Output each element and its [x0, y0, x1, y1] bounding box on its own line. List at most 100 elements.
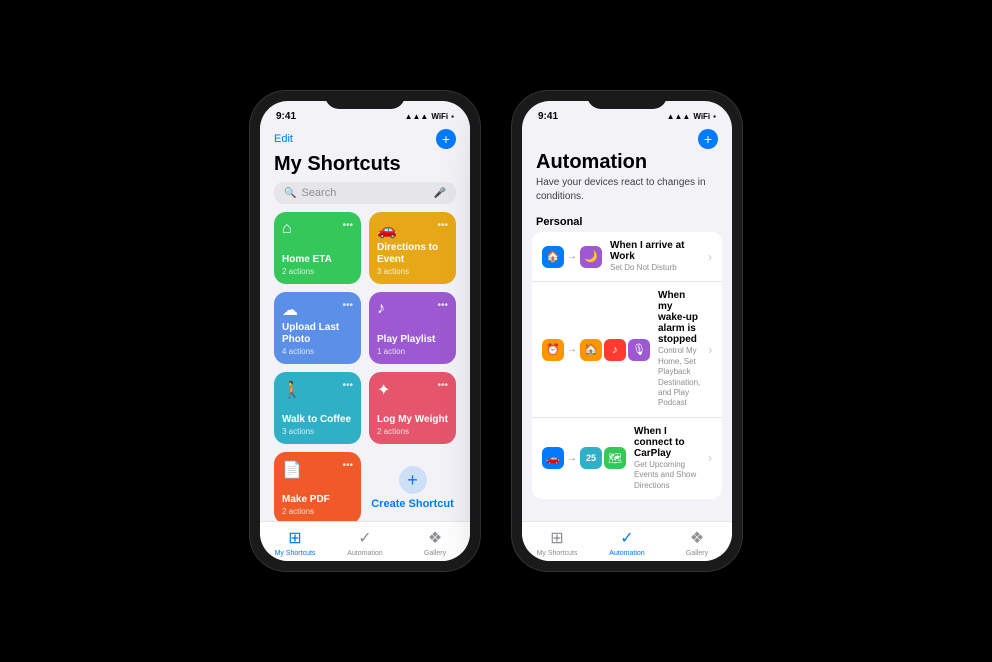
shortcut-card-directions[interactable]: 🚗 ••• Directions to Event 3 actions: [369, 212, 456, 284]
phone-2: 9:41 ▲▲▲ WiFi ▪ + Automation Have your d…: [512, 91, 742, 571]
work-moon-icon: 🌙: [580, 246, 602, 268]
carplay-title: When I connect to CarPlay: [634, 426, 700, 459]
carplay-car-icon: 🚗: [542, 447, 564, 469]
work-chevron: ›: [708, 250, 712, 264]
time-1: 9:41: [276, 111, 296, 122]
screen-2: 9:41 ▲▲▲ WiFi ▪ + Automation Have your d…: [522, 101, 732, 561]
gallery-tab-icon-1: ❖: [428, 528, 442, 548]
playlist-more[interactable]: •••: [437, 300, 448, 311]
home-eta-name: Home ETA: [282, 254, 353, 266]
automation-tab-icon-1: ✓: [358, 528, 371, 548]
status-icons-2: ▲▲▲ WiFi ▪: [667, 112, 716, 121]
upload-name: Upload Last Photo: [282, 322, 353, 346]
tab-gallery-1[interactable]: ❖ Gallery: [400, 528, 470, 557]
alarm-music-icon: ♪: [604, 339, 626, 361]
coffee-name: Walk to Coffee: [282, 414, 353, 426]
page-title-automation: Automation: [522, 151, 732, 176]
edit-button[interactable]: Edit: [274, 133, 293, 145]
wifi-icon-2: WiFi: [693, 112, 710, 121]
shortcut-card-home-eta[interactable]: ⌂ ••• Home ETA 2 actions: [274, 212, 361, 284]
weight-more[interactable]: •••: [437, 380, 448, 391]
automation-header-row: +: [522, 125, 732, 151]
shortcuts-grid: ⌂ ••• Home ETA 2 actions 🚗 •••: [260, 212, 470, 521]
automation-content: + Automation Have your devices react to …: [522, 125, 732, 521]
tab-my-shortcuts-2[interactable]: ⊞ My Shortcuts: [522, 528, 592, 557]
automation-subtitle: Have your devices react to changes in co…: [522, 176, 732, 212]
arrow-3: →: [567, 453, 577, 464]
directions-name: Directions to Event: [377, 242, 448, 266]
coffee-icon: 🚶: [282, 380, 302, 400]
status-icons-1: ▲▲▲ WiFi ▪: [405, 112, 454, 121]
personal-section-header: Personal: [522, 212, 732, 232]
arrow-1: →: [567, 251, 577, 262]
playlist-name: Play Playlist: [377, 334, 448, 346]
notch-1: [325, 91, 405, 109]
carplay-desc: Get Upcoming Events and Show Directions: [634, 460, 700, 491]
weight-name: Log My Weight: [377, 414, 448, 426]
notch-2: [587, 91, 667, 109]
alarm-chevron: ›: [708, 343, 712, 357]
add-automation-button[interactable]: +: [698, 129, 718, 149]
mic-icon: 🎤: [434, 188, 446, 199]
automation-list: 🏠 → 🌙 When I arrive at Work Set Do Not D…: [532, 232, 722, 499]
coffee-more[interactable]: •••: [342, 380, 353, 391]
carplay-chevron: ›: [708, 451, 712, 465]
tab-automation-1[interactable]: ✓ Automation: [330, 528, 400, 557]
gallery-tab-icon-2: ❖: [690, 528, 704, 548]
home-eta-icon: ⌂: [282, 220, 292, 238]
page-title-shortcuts: My Shortcuts: [260, 151, 470, 182]
work-desc: Set Do Not Disturb: [610, 263, 700, 273]
time-2: 9:41: [538, 111, 558, 122]
carplay-num-badge: 25: [580, 447, 602, 469]
automation-item-alarm[interactable]: ⏰ → 🏠 ♪ 🎙 When my wake-up alarm is stopp…: [532, 282, 722, 417]
pdf-actions: 2 actions: [282, 507, 353, 516]
shortcuts-content: Edit + My Shortcuts 🔍 Search 🎤 ⌂ •••: [260, 125, 470, 521]
shortcut-card-pdf[interactable]: 📄 ••• Make PDF 2 actions: [274, 452, 361, 521]
my-shortcuts-tab-icon: ⊞: [288, 528, 301, 548]
automation-tab-icon-2: ✓: [620, 528, 633, 548]
directions-more[interactable]: •••: [437, 220, 448, 231]
shortcut-card-coffee[interactable]: 🚶 ••• Walk to Coffee 3 actions: [274, 372, 361, 444]
coffee-actions: 3 actions: [282, 427, 353, 436]
home-eta-actions: 2 actions: [282, 267, 353, 276]
create-shortcut-card[interactable]: + Create Shortcut: [369, 452, 456, 521]
alarm-home-icon: 🏠: [580, 339, 602, 361]
alarm-podcast-icon: 🎙: [628, 339, 650, 361]
search-placeholder: Search: [301, 187, 428, 199]
pdf-more[interactable]: •••: [342, 460, 353, 471]
upload-icon: ☁: [282, 300, 298, 320]
add-shortcut-button[interactable]: +: [436, 129, 456, 149]
carplay-text: When I connect to CarPlay Get Upcoming E…: [634, 426, 700, 491]
my-shortcuts-tab-icon-2: ⊞: [550, 528, 563, 548]
automation-tab-label-2: Automation: [609, 550, 644, 557]
phone-1: 9:41 ▲▲▲ WiFi ▪ Edit + My Shortcuts 🔍 Se…: [250, 91, 480, 571]
upload-more[interactable]: •••: [342, 300, 353, 311]
my-shortcuts-tab-label: My Shortcuts: [275, 550, 316, 557]
alarm-title: When my wake-up alarm is stopped: [658, 290, 700, 345]
my-shortcuts-tab-label-2: My Shortcuts: [537, 550, 578, 557]
gallery-tab-label-2: Gallery: [686, 550, 708, 557]
automation-item-work[interactable]: 🏠 → 🌙 When I arrive at Work Set Do Not D…: [532, 232, 722, 282]
tab-gallery-2[interactable]: ❖ Gallery: [662, 528, 732, 557]
home-eta-more[interactable]: •••: [342, 220, 353, 231]
tab-bar-2: ⊞ My Shortcuts ✓ Automation ❖ Gallery: [522, 521, 732, 561]
gallery-tab-label-1: Gallery: [424, 550, 446, 557]
directions-icon: 🚗: [377, 220, 397, 240]
pdf-icon: 📄: [282, 460, 302, 480]
shortcut-card-playlist[interactable]: ♪ ••• Play Playlist 1 action: [369, 292, 456, 364]
weight-actions: 2 actions: [377, 427, 448, 436]
carplay-map-icon: 🗺: [604, 447, 626, 469]
search-bar[interactable]: 🔍 Search 🎤: [274, 182, 456, 204]
arrow-2: →: [567, 344, 577, 355]
carplay-icons: 🚗 → 25 🗺: [542, 447, 626, 469]
upload-actions: 4 actions: [282, 347, 353, 356]
shortcut-card-upload[interactable]: ☁ ••• Upload Last Photo 4 actions: [274, 292, 361, 364]
playlist-icon: ♪: [377, 300, 385, 318]
shortcut-card-weight[interactable]: ✦ ••• Log My Weight 2 actions: [369, 372, 456, 444]
automation-item-carplay[interactable]: 🚗 → 25 🗺 When I connect to CarPlay Get U…: [532, 418, 722, 499]
tab-my-shortcuts[interactable]: ⊞ My Shortcuts: [260, 528, 330, 557]
tab-automation-2[interactable]: ✓ Automation: [592, 528, 662, 557]
work-icons: 🏠 → 🌙: [542, 246, 602, 268]
playlist-actions: 1 action: [377, 347, 448, 356]
signal-icon-2: ▲▲▲: [667, 112, 691, 121]
